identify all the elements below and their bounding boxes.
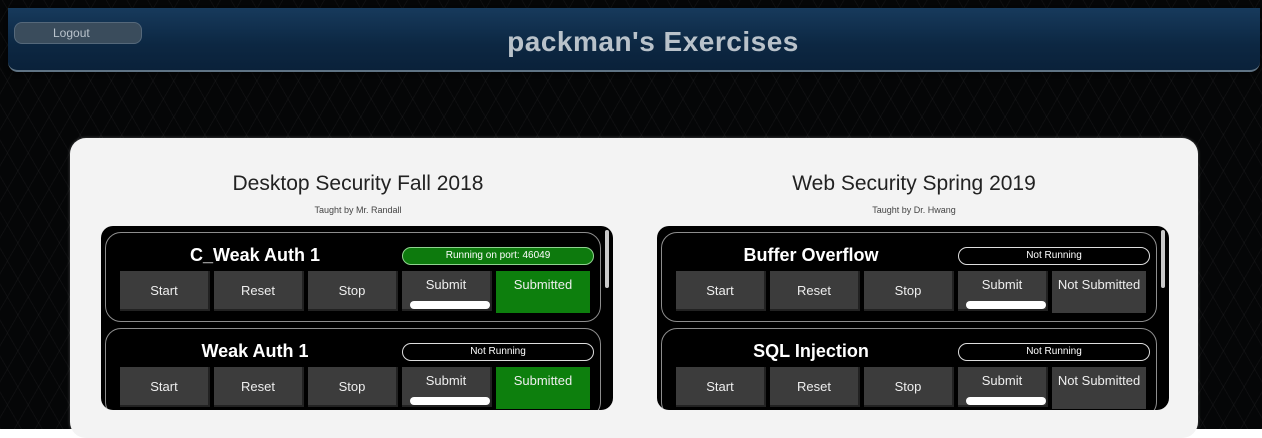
exercise-status-badge: Not Running (958, 343, 1150, 361)
flag-input[interactable] (966, 301, 1046, 309)
exercise-card: SQL Injection Not Running Start Reset St… (661, 328, 1157, 410)
exercise-name: Buffer Overflow (743, 245, 879, 265)
submission-status: Not Submitted (1052, 367, 1146, 409)
exercise-card: C_Weak Auth 1 Running on port: 46049 Sta… (105, 232, 601, 322)
page-header: Logout packman's Exercises (8, 8, 1260, 72)
start-button[interactable]: Start (120, 271, 210, 311)
submission-status: Not Submitted (1052, 271, 1146, 313)
exercise-list-scrollbar[interactable] (605, 230, 609, 288)
flag-input[interactable] (410, 397, 490, 405)
reset-button[interactable]: Reset (770, 367, 860, 407)
submission-status: Submitted (496, 367, 590, 409)
exercise-name: C_Weak Auth 1 (189, 245, 321, 265)
stop-button[interactable]: Stop (864, 367, 954, 407)
exercise-status-badge: Running on port: 46049 (402, 247, 594, 265)
course-title: Desktop Security Fall 2018 (232, 172, 484, 195)
reset-button[interactable]: Reset (214, 271, 304, 311)
exercise-name: Weak Auth 1 (201, 341, 309, 361)
course-teacher: Taught by Mr. Randall (314, 205, 402, 215)
exercise-card: Weak Auth 1 Not Running Start Reset Stop… (105, 328, 601, 410)
course-title: Web Security Spring 2019 (792, 172, 1036, 195)
submission-status: Submitted (496, 271, 590, 313)
page-title: packman's Exercises (507, 26, 799, 57)
course-teacher: Taught by Dr. Hwang (872, 205, 956, 215)
courses-panel: Desktop Security Fall 2018 Taught by Mr.… (70, 138, 1198, 438)
exercise-name: SQL Injection (753, 341, 869, 361)
course-exercise-list[interactable]: C_Weak Auth 1 Running on port: 46049 Sta… (101, 226, 613, 410)
start-button[interactable]: Start (676, 367, 766, 407)
stop-button[interactable]: Stop (308, 367, 398, 407)
reset-button[interactable]: Reset (214, 367, 304, 407)
exercise-status-badge: Not Running (402, 343, 594, 361)
exercise-list-scrollbar[interactable] (1161, 230, 1165, 288)
app-screen: Logout packman's Exercises Desktop Secur… (0, 0, 1262, 438)
course-exercise-list[interactable]: Buffer Overflow Not Running Start Reset … (657, 226, 1169, 410)
flag-input[interactable] (410, 301, 490, 309)
reset-button[interactable]: Reset (770, 271, 860, 311)
start-button[interactable]: Start (676, 271, 766, 311)
exercise-status-badge: Not Running (958, 247, 1150, 265)
exercise-card: Buffer Overflow Not Running Start Reset … (661, 232, 1157, 322)
stop-button[interactable]: Stop (308, 271, 398, 311)
start-button[interactable]: Start (120, 367, 210, 407)
stop-button[interactable]: Stop (864, 271, 954, 311)
flag-input[interactable] (966, 397, 1046, 405)
